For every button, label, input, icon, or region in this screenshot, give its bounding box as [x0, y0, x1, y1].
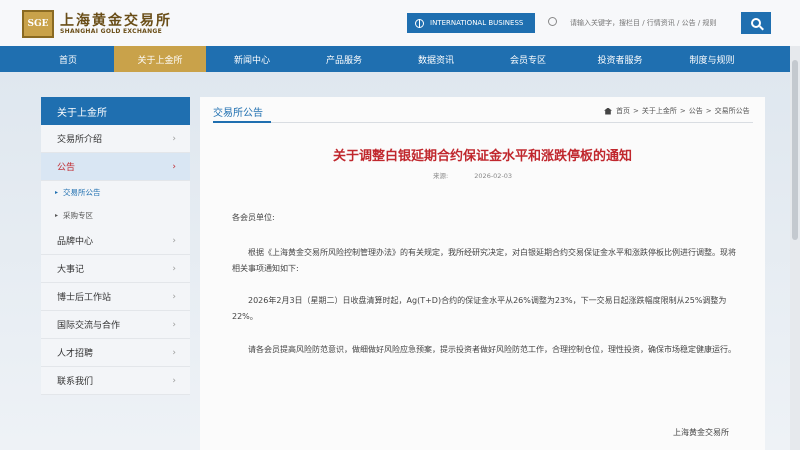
chevron-right-icon: ›	[172, 375, 176, 386]
breadcrumb: 首页 > 关于上金所 > 公告 > 交易所公告	[604, 106, 750, 116]
breadcrumb-separator: >	[705, 107, 712, 115]
breadcrumb-item-about[interactable]: 关于上金所	[642, 106, 677, 116]
breadcrumb-separator: >	[633, 107, 639, 115]
sidebar-subitem-label: 交易所公告	[63, 188, 101, 197]
chevron-right-icon: ›	[172, 263, 176, 274]
article-paragraph: 请各会员提高风险防范意识，做细做好风险应急预案，提示投资者做好风险防范工作，合理…	[248, 345, 736, 354]
nav-item-products[interactable]: 产品服务	[298, 46, 390, 72]
international-business-button[interactable]: INTERNATIONAL BUSINESS	[407, 13, 535, 33]
nav-item-rules[interactable]: 制度与规则	[666, 46, 758, 72]
sidebar-item-label: 联系我们	[57, 377, 94, 387]
magnifier-icon	[751, 18, 761, 28]
nav-item-home[interactable]: 首页	[22, 46, 114, 72]
sidebar-item-contact[interactable]: 联系我们 ›	[41, 367, 190, 395]
logo-cn-text[interactable]: 上海黄金交易所	[60, 10, 172, 30]
chevron-right-icon: ›	[172, 235, 176, 246]
article-salutation: 各会员单位:	[232, 213, 275, 222]
search-icon	[548, 17, 557, 26]
chevron-right-icon: ›	[172, 291, 176, 302]
scrollbar-thumb[interactable]	[792, 60, 798, 240]
chevron-right-icon: ›	[172, 161, 176, 172]
breadcrumb-item-announcements[interactable]: 公告	[689, 106, 703, 116]
article-signature: 上海黄金交易所	[673, 428, 729, 437]
sidebar-item-label: 国际交流与合作	[57, 321, 121, 331]
sidebar: 关于上金所 交易所介绍 › 公告 › ▸ 交易所公告 ▸ 采购专区 品牌中心 ›…	[41, 97, 190, 397]
chevron-right-icon: ›	[172, 133, 176, 144]
publish-date: 2026-02-03	[474, 172, 513, 180]
breadcrumb-item-home[interactable]: 首页	[616, 106, 630, 116]
section-title-underline	[213, 121, 271, 123]
globe-icon	[415, 18, 424, 28]
international-business-label: INTERNATIONAL BUSINESS	[430, 19, 524, 27]
logo-en-text[interactable]: SHANGHAI GOLD EXCHANGE	[60, 28, 162, 35]
nav-item-news[interactable]: 新闻中心	[206, 46, 298, 72]
sidebar-subitem-procurement[interactable]: ▸ 采购专区	[41, 204, 190, 227]
sidebar-item-brand[interactable]: 品牌中心 ›	[41, 227, 190, 255]
sidebar-item-label: 品牌中心	[57, 237, 94, 247]
sidebar-subitem-exchange-announcements[interactable]: ▸ 交易所公告	[41, 181, 190, 204]
nav-item-data[interactable]: 数据资讯	[390, 46, 482, 72]
search-button[interactable]	[741, 12, 771, 34]
home-icon	[604, 107, 612, 115]
article-paragraph: 2026年2月3日（星期二）日收盘清算时起，Ag(T+D)合约的保证金水平从26…	[232, 296, 727, 321]
logo-mark[interactable]: SGE	[22, 10, 54, 38]
article-meta: 来源: 2026-02-03	[433, 170, 512, 180]
sidebar-item-careers[interactable]: 人才招聘 ›	[41, 339, 190, 367]
chevron-right-icon: ›	[172, 319, 176, 330]
section-title: 交易所公告	[213, 108, 263, 119]
nav-item-about[interactable]: 关于上金所	[114, 46, 206, 72]
bullet-icon: ▸	[55, 212, 59, 219]
breadcrumb-separator: >	[679, 107, 686, 115]
main-content: 交易所公告 首页 > 关于上金所 > 公告 > 交易所公告 关于调整白银延期合约…	[200, 97, 765, 450]
sidebar-item-label: 公告	[57, 163, 76, 173]
sidebar-item-label: 博士后工作站	[57, 293, 112, 303]
bullet-icon: ▸	[55, 189, 59, 196]
sidebar-item-label: 交易所介绍	[57, 135, 103, 145]
sidebar-item-label: 人才招聘	[57, 349, 94, 359]
sidebar-item-postdoc[interactable]: 博士后工作站 ›	[41, 283, 190, 311]
main-nav: 首页 关于上金所 新闻中心 产品服务 数据资讯 会员专区 投资者服务 制度与规则	[0, 46, 800, 72]
article-title: 关于调整白银延期合约保证金水平和涨跌停板的通知	[332, 149, 632, 164]
breadcrumb-item-exchange-announcements[interactable]: 交易所公告	[715, 106, 750, 116]
search-input[interactable]	[560, 12, 735, 34]
sidebar-subitem-label: 采购专区	[63, 211, 94, 220]
source-label: 来源:	[433, 172, 449, 180]
sidebar-item-events[interactable]: 大事记 ›	[41, 255, 190, 283]
sidebar-item-international[interactable]: 国际交流与合作 ›	[41, 311, 190, 339]
sidebar-item-intro[interactable]: 交易所介绍 ›	[41, 125, 190, 153]
section-divider	[213, 122, 753, 123]
nav-item-investors[interactable]: 投资者服务	[574, 46, 666, 72]
site-header: SGE 上海黄金交易所 SHANGHAI GOLD EXCHANGE INTER…	[0, 0, 800, 46]
sidebar-item-label: 大事记	[57, 265, 85, 275]
sidebar-title: 关于上金所	[41, 97, 190, 125]
chevron-right-icon: ›	[172, 347, 176, 358]
sidebar-item-announcements[interactable]: 公告 ›	[41, 153, 190, 181]
article-paragraph: 根据《上海黄金交易所风险控制管理办法》的有关规定，我所经研究决定，对白银延期合约…	[232, 248, 736, 273]
nav-item-members[interactable]: 会员专区	[482, 46, 574, 72]
